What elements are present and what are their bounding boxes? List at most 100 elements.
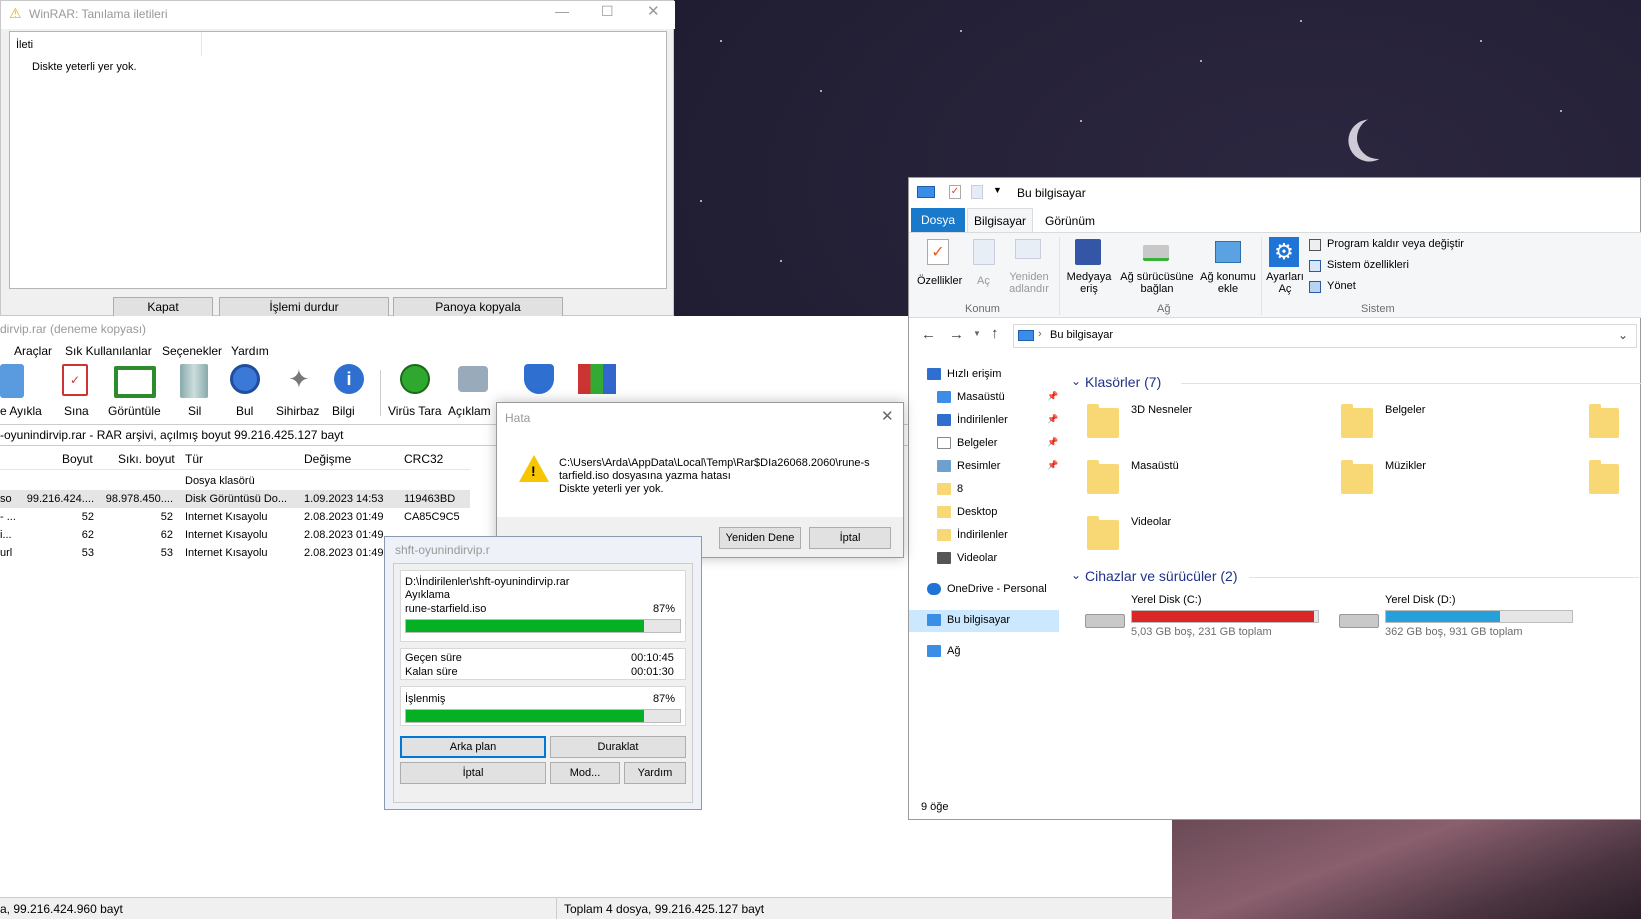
comment-tool[interactable]: Açıklam [448,362,498,422]
retry-button[interactable]: Yeniden Dene [719,527,801,549]
devices-header[interactable]: ⌄ Cihazlar ve sürücüler (2) [1071,568,1639,586]
pause-button[interactable]: Duraklat [550,736,686,758]
folder-icon[interactable] [1589,460,1619,494]
folder-icon [1341,404,1373,438]
test-tool[interactable]: ✓ Sına [58,362,98,422]
help-button[interactable]: Yardım [624,762,686,784]
drive-item[interactable]: Yerel Disk (C:) 5,03 GB boş, 231 GB topla… [1079,592,1329,648]
tab-view[interactable]: Görünüm [1045,214,1095,228]
folder-label: Belgeler [1385,404,1426,416]
close-icon[interactable]: ✕ [881,407,894,425]
wizard-tool[interactable]: ✦ Sihirbaz [276,362,322,422]
col-type[interactable]: Tür [185,452,203,466]
delete-tool[interactable]: Sil [178,362,212,422]
col-crc[interactable]: CRC32 [404,452,443,466]
table-row[interactable]: - ... 52 52 Internet Kısayolu 2.08.2023 01:4… [0,508,470,526]
properties-button[interactable]: ✓ Özellikler [915,235,965,299]
info-tool[interactable]: i Bilgi [332,362,366,422]
drive-space-info: 362 GB boş, 931 GB toplam [1385,626,1523,638]
total-progress-fill [406,710,645,722]
table-row[interactable]: so 99.216.424.... 98.978.450.... Disk Görün… [0,490,470,508]
pin-icon[interactable]: 📌 [1047,437,1058,448]
nav-item-6[interactable]: Desktop [909,502,1059,524]
tab-file[interactable]: Dosya [911,208,965,232]
pin-icon[interactable]: 📌 [1047,460,1058,471]
address-bar[interactable]: › Bu bilgisayar ⌄ [1013,324,1637,348]
properties-quick-icon[interactable]: ✓ [949,185,961,199]
3d-objects-folder[interactable]: 3D Nesneler [1079,398,1319,448]
mode-button[interactable]: Mod... [550,762,620,784]
find-tool[interactable]: Bul [228,362,262,422]
recent-chevron-icon[interactable]: ▼ [973,329,981,338]
sfx-tool[interactable] [578,362,618,402]
open-icon [973,239,995,265]
documents-folder[interactable]: Belgeler [1333,398,1573,448]
copy-clipboard-button[interactable]: Panoya kopyala [393,297,563,317]
drive-usage-bar [1131,610,1319,623]
open-settings-button[interactable]: ⚙ Ayarları Aç [1265,235,1305,305]
menu-tools[interactable]: Araçlar [14,344,52,358]
up-arrow-icon[interactable]: ↑ [991,325,999,342]
address-dropdown-icon[interactable]: ⌄ [1618,328,1628,342]
column-header[interactable]: İleti [10,32,202,56]
desktop-icon [937,391,951,403]
forward-arrow-icon[interactable]: → [949,326,964,343]
menu-favorites[interactable]: Sık Kullanılanlar [65,344,152,358]
nav-item-label: İndirilenler [957,529,1008,541]
chevron-down-icon[interactable]: ▼ [993,185,1002,195]
col-packed[interactable]: Sıkı. boyut [118,452,175,466]
nav-item-11[interactable]: Ağ [909,641,1059,663]
nav-item-1[interactable]: Masaüstü 📌 [909,387,1059,409]
drive-name: Yerel Disk (D:) [1385,594,1456,606]
group-konum: Konum [965,303,1000,315]
videos-folder[interactable]: Videolar [1079,510,1319,560]
cancel-button[interactable]: İptal [400,762,546,784]
nav-item-7[interactable]: İndirilenler [909,525,1059,547]
drive-item[interactable]: Yerel Disk (D:) 362 GB boş, 931 GB toplam [1333,592,1583,648]
close-dialog-button[interactable]: Kapat [113,297,213,317]
folders-header[interactable]: ⌄ Klasörler (7) [1071,374,1641,392]
new-folder-quick-icon[interactable] [971,185,983,199]
pin-icon[interactable]: 📌 [1047,391,1058,402]
back-arrow-icon[interactable]: ← [921,326,936,343]
map-drive-button[interactable]: Ağ sürücüsüne bağlan [1119,235,1194,305]
open-button[interactable]: Aç [971,235,997,299]
nav-item-9[interactable]: OneDrive - Personal [909,579,1059,601]
toolbar-divider [380,370,381,416]
nav-item-3[interactable]: Belgeler 📌 [909,433,1059,455]
folder-icon[interactable] [1589,404,1619,438]
nav-item-8[interactable]: Videolar [909,548,1059,570]
view-tool[interactable]: Görüntüle [108,362,168,422]
menu-options[interactable]: Seçenekler [162,344,222,358]
system-properties-button[interactable]: Sistem özellikleri [1309,258,1449,276]
tab-computer[interactable]: Bilgisayar [967,208,1033,233]
background-button[interactable]: Arka plan [400,736,546,758]
nav-item-5[interactable]: 8 [909,479,1059,501]
extract-tool[interactable]: e Ayıkla [0,362,44,422]
cancel-button[interactable]: İptal [809,527,891,549]
nav-item-0[interactable]: Hızlı erişim [909,364,1059,386]
pin-icon[interactable]: 📌 [1047,414,1058,425]
virus-scan-tool[interactable]: Virüs Tara [388,362,444,422]
manage-button[interactable]: Yönet [1309,279,1389,297]
uninstall-program-button[interactable]: Program kaldır veya değiştir [1309,237,1479,255]
music-folder[interactable]: Müzikler [1333,454,1573,504]
table-row[interactable]: Dosya klasörü [0,472,470,490]
col-size[interactable]: Boyut [62,452,93,466]
close-button[interactable]: ✕ [647,2,660,20]
maximize-button[interactable]: ☐ [601,3,614,20]
desktop-folder[interactable]: Masaüstü [1079,454,1319,504]
shield-tool[interactable] [524,362,558,402]
minimize-button[interactable]: — [555,3,569,19]
message-list[interactable]: İleti Diskte yeterli yer yok. [9,31,667,289]
nav-item-4[interactable]: Resimler 📌 [909,456,1059,478]
nav-item-2[interactable]: İndirilenler 📌 [909,410,1059,432]
rename-button[interactable]: Yeniden adlandır [1005,235,1053,305]
stop-operation-button[interactable]: İşlemi durdur [219,297,389,317]
col-modified[interactable]: Değişme [304,452,351,466]
add-network-location-button[interactable]: Ağ konumu ekle [1199,235,1257,305]
media-access-button[interactable]: Medyaya eriş [1063,235,1111,305]
menu-help[interactable]: Yardım [231,344,269,358]
network-drive-icon [1143,245,1169,261]
nav-item-10[interactable]: Bu bilgisayar [909,610,1059,632]
